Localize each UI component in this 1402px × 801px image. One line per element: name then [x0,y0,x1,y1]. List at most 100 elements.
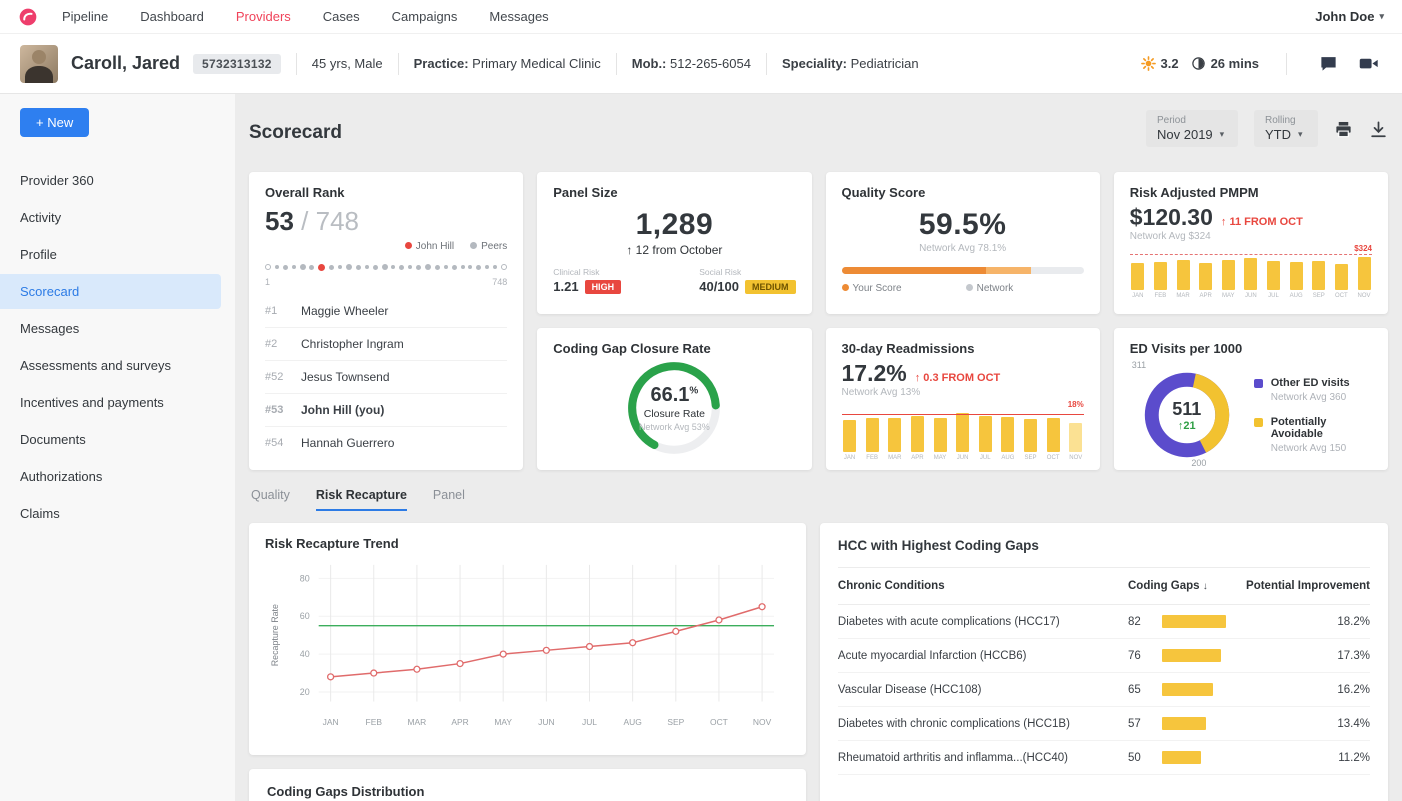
rank-list-item: #2 Christopher Ingram [265,328,508,361]
rank-strip-cap [265,264,271,270]
bar-column: JUN [1243,258,1259,299]
social-risk-badge: MEDIUM [745,279,796,294]
svg-text:FEB: FEB [366,717,383,727]
sidebar-item-messages[interactable]: Messages [0,311,235,346]
sidebar-item-profile[interactable]: Profile [0,237,235,272]
bar-column: MAR [887,418,903,461]
svg-text:JUN: JUN [538,717,554,727]
pmpm-chart: $324 JAN FEB MAR APR MAY JUN JUL AUG SEP OCT NOV [1129,244,1372,299]
risk-recapture-trend-card: Risk Recapture Trend 80 60 40 20 JAN FEB MAR AP… [249,523,806,755]
bar-column: NOV [1068,423,1084,461]
svg-text:AUG: AUG [623,717,641,727]
readmissions-card: 30-day Readmissions 17.2% ↑ 0.3 FROM OCT… [825,328,1100,470]
sidebar-item-scorecard[interactable]: Scorecard [0,274,221,309]
sidebar-item-activity[interactable]: Activity [0,200,235,235]
readmissions-network-avg: Network Avg 13% [841,387,921,398]
column-coding-gaps-sort[interactable]: Coding Gaps ↓ [1128,580,1240,592]
ed-visits-card: ED Visits per 1000 311 200 511 ↑21 Other… [1113,328,1388,470]
divider [397,52,399,75]
sidebar-items: Provider 360 Activity Profile Scorecard Mess… [0,163,235,531]
panel-size-card: Panel Size 1,289 ↑ 12 from October Clini… [537,172,812,314]
bar-column: JUN [955,413,971,461]
provider-age-gender: 45 yrs, Male [311,56,383,71]
provider-name: Caroll, Jared [71,53,181,73]
nav-item-pipeline[interactable]: Pipeline [62,9,108,24]
divider [615,52,617,75]
sidebar-item-assessments-and-surveys[interactable]: Assessments and surveys [0,348,235,383]
chevron-down-icon: ▾ [1298,129,1303,139]
overall-rank-card: Overall Rank 53 / 748 John Hill Peers 17… [249,172,524,470]
quality-score-value: 59.5% [918,208,1007,241]
coding-gap-bar [1162,649,1221,662]
provider-mobile: Mob.: 512-265-6054 [631,56,751,71]
ed-visits-donut: 311 200 511 ↑21 [1132,360,1238,468]
readm-bars: JAN FEB MAR APR MAY JUN JUL AUG SEP OCT NOV [842,413,1084,461]
bar-column: JAN [1130,263,1146,299]
coding-gap-card: Coding Gap Closure Rate 66.1% Closure Ra… [537,328,812,470]
top-navigation-bar: Pipeline Dashboard Providers Cases Campaigns… [0,0,1402,34]
bar-column: MAR [1175,260,1191,299]
divider [1286,52,1287,75]
coding-gap-bar [1162,683,1213,696]
rank-strip-cap [501,264,508,270]
table-row: Rheumatoid arthritis and inflamma...(HCC… [837,741,1370,775]
app-logo-icon [18,7,38,27]
sun-icon [1140,56,1156,71]
rank-legend: John Hill Peers [265,241,507,252]
svg-text:Recapture Rate: Recapture Rate [270,604,280,666]
divider [765,52,767,75]
svg-text:20: 20 [300,687,310,697]
bar-column: JUL [977,416,993,461]
readmissions-change: ↑ 0.3 FROM OCT [914,372,1001,384]
nav-item-messages[interactable]: Messages [489,9,548,24]
sidebar-item-documents[interactable]: Documents [0,422,235,457]
provider-avatar [20,44,58,83]
sidebar-item-authorizations[interactable]: Authorizations [0,459,235,494]
tab-panel[interactable]: Panel [433,488,465,511]
svg-text:JUL: JUL [582,717,597,727]
tab-risk-recapture[interactable]: Risk Recapture [315,488,407,511]
user-name: John Doe [1315,9,1375,24]
bar-column: OCT [1045,418,1061,461]
rank-list-item: #54 Hannah Guerrero [265,436,395,450]
svg-text:OCT: OCT [710,717,728,727]
quality-progress-bar [841,267,1084,274]
svg-text:NOV: NOV [753,717,772,727]
table-row: Diabetes with chronic complications (HCC… [837,707,1370,741]
chat-button[interactable] [1314,50,1342,78]
quality-network-avg: Network Avg 78.1% [919,243,1007,254]
pmpm-change: ↑ 11 FROM OCT [1220,216,1303,228]
bar-column: MAY [932,418,948,461]
pmpm-bars: JAN FEB MAR APR MAY JUN JUL AUG SEP OCT NOV [1130,257,1372,299]
overall-rank-value: 53 / 748 [265,206,359,236]
table-row: Vascular Disease (HCC108) 65 16.2% [837,673,1370,707]
nav-item-cases[interactable]: Cases [323,9,360,24]
rolling-dropdown[interactable]: Rolling YTD ▾ [1254,110,1318,147]
rank-axis: 1 748 [265,277,508,287]
user-menu[interactable]: John Doe ▾ [1315,9,1384,24]
nav-item-providers[interactable]: Providers [236,9,291,24]
download-button[interactable] [1369,120,1388,139]
print-button[interactable] [1334,120,1353,139]
svg-text:MAY: MAY [494,717,512,727]
video-call-button[interactable] [1354,50,1382,78]
coding-gap-bar [1162,751,1201,764]
pmpm-value: $120.30 [1129,204,1213,230]
nav-item-campaigns[interactable]: Campaigns [392,9,458,24]
svg-text:APR: APR [451,717,468,727]
trend-chart: 80 60 40 20 JAN FEB MAR APR MAY JUN JUL AUG SEP OCT NO… [265,555,790,745]
sidebar-item-claims[interactable]: Claims [0,496,235,531]
period-dropdown[interactable]: Period Nov 2019 ▾ [1146,110,1238,147]
sidebar-item-incentives-and-payments[interactable]: Incentives and payments [0,385,235,420]
nav-item-dashboard[interactable]: Dashboard [140,9,204,24]
bar-column: NOV [1356,257,1372,299]
bar-column: APR [1198,263,1214,299]
column-potential-improvement: Potential Improvement [1246,580,1370,592]
tab-quality[interactable]: Quality [251,488,290,511]
sidebar-item-provider-360[interactable]: Provider 360 [0,163,235,198]
sort-down-icon: ↓ [1202,581,1208,592]
provider-id-badge: 5732313132 [193,53,281,74]
rating-metric: 3.2 [1140,56,1179,71]
panel-size-change: ↑ 12 from October [626,243,723,257]
new-button[interactable]: + New [20,108,90,137]
